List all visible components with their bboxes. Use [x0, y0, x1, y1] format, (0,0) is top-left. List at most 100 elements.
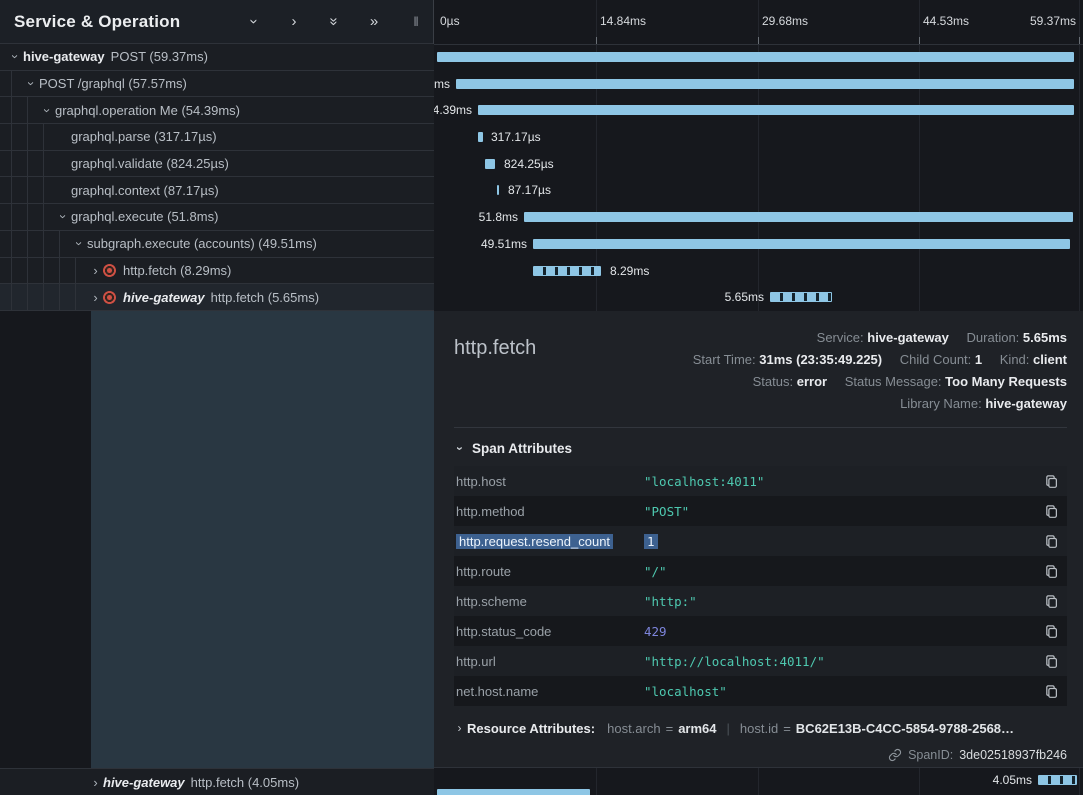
status-message-label: Status Message:	[845, 374, 942, 389]
copy-icon[interactable]	[1039, 534, 1059, 549]
span-attributes-header[interactable]: Span Attributes	[454, 441, 1067, 456]
timeline-panel: 0µs 14.84ms 29.68ms 44.53ms 59.37ms 57.5…	[434, 0, 1083, 795]
attribute-key: http.scheme	[456, 594, 644, 609]
trace-viewer: Service & Operation hive-gateway POST (5…	[0, 0, 1083, 795]
chevron-down-icon[interactable]	[72, 236, 87, 251]
indent-guide	[27, 97, 28, 123]
indent-guide	[11, 258, 12, 284]
indent-guide	[11, 284, 12, 310]
service-name: hive-gateway	[23, 49, 105, 64]
attribute-key: http.status_code	[456, 624, 644, 639]
span-bar[interactable]	[478, 132, 483, 142]
link-icon[interactable]	[888, 748, 902, 762]
tree-row[interactable]: graphql.context (87.17µs)	[0, 177, 434, 204]
span-label: graphql.parse (317.17µs)	[71, 129, 217, 144]
tree-row[interactable]: hive-gateway http.fetch (4.05ms)	[0, 768, 434, 795]
span-bar[interactable]	[533, 266, 601, 276]
indent-guide	[27, 124, 28, 150]
attribute-key: http.method	[456, 504, 644, 519]
chevron-right-icon[interactable]	[88, 263, 103, 278]
tree-row[interactable]: hive-gateway POST (59.37ms)	[0, 44, 434, 71]
copy-icon[interactable]	[1039, 624, 1059, 639]
tree-row[interactable]: graphql.validate (824.25µs)	[0, 151, 434, 178]
span-tree-panel: Service & Operation hive-gateway POST (5…	[0, 0, 434, 795]
panel-resize-handle[interactable]	[409, 14, 423, 29]
span-bar[interactable]	[1038, 775, 1077, 785]
equals-sign: =	[783, 721, 791, 736]
copy-icon[interactable]	[1039, 684, 1059, 699]
duration-label: Duration:	[967, 330, 1020, 345]
waterfall-row: 49.51ms	[434, 231, 1083, 258]
duration-label: 5.65ms	[725, 284, 764, 311]
separator	[727, 721, 730, 736]
double-chevron-down-icon[interactable]	[327, 15, 342, 29]
equals-sign: =	[666, 721, 674, 736]
copy-icon[interactable]	[1039, 594, 1059, 609]
indent-guide	[11, 151, 12, 177]
indent-guide	[11, 97, 12, 123]
indent-guide	[43, 124, 44, 150]
span-detail-title: http.fetch	[454, 337, 536, 415]
duration-label: 824.25µs	[504, 151, 554, 178]
start-time-value: 31ms (23:35:49.225)	[759, 352, 882, 367]
attribute-key: http.request.resend_count	[456, 534, 644, 549]
span-bar[interactable]	[485, 159, 495, 169]
error-status-icon	[103, 291, 116, 304]
duration-label: 49.51ms	[481, 231, 527, 258]
divider	[454, 427, 1067, 428]
tree-row[interactable]: POST /graphql (57.57ms)	[0, 71, 434, 98]
status-message-value: Too Many Requests	[945, 374, 1067, 389]
waterfall-row: 57.57ms	[434, 71, 1083, 98]
tree-row[interactable]: graphql.execute (51.8ms)	[0, 204, 434, 231]
ruler-label: 14.84ms	[600, 14, 646, 28]
span-bar[interactable]	[437, 52, 1074, 62]
tree-row-selected[interactable]: hive-gateway http.fetch (5.65ms)	[0, 284, 434, 311]
span-bar[interactable]	[524, 212, 1073, 222]
span-bar[interactable]	[478, 105, 1074, 115]
library-name-value: hive-gateway	[985, 396, 1067, 411]
indent-guide	[43, 177, 44, 203]
tree-row[interactable]: subgraph.execute (accounts) (49.51ms)	[0, 231, 434, 258]
span-id-label: SpanID:	[908, 748, 953, 762]
tree-row[interactable]: http.fetch (8.29ms)	[0, 258, 434, 285]
copy-icon[interactable]	[1039, 504, 1059, 519]
chevron-down-icon[interactable]	[56, 209, 71, 224]
waterfall-row: 87.17µs	[434, 177, 1083, 204]
ruler-label: 29.68ms	[762, 14, 808, 28]
resource-attributes-row[interactable]: Resource Attributes: host.arch = arm64 h…	[454, 721, 1067, 736]
copy-icon[interactable]	[1039, 474, 1059, 489]
attribute-row: http.method "POST"	[454, 496, 1067, 526]
tree-row[interactable]: graphql.parse (317.17µs)	[0, 124, 434, 151]
chevron-down-icon[interactable]	[24, 76, 39, 91]
span-bar[interactable]	[437, 789, 590, 795]
chevron-down-icon[interactable]	[247, 15, 262, 29]
kind-label: Kind:	[1000, 352, 1030, 367]
resource-value: BC62E13B-C4CC-5854-9788-2568…	[796, 721, 1014, 736]
span-id-row: SpanID: 3de02518937fb246	[454, 748, 1067, 762]
ruler-tick	[919, 37, 920, 44]
indent-guide	[27, 151, 28, 177]
span-bar[interactable]	[497, 185, 499, 195]
indent-guide	[27, 284, 28, 310]
waterfall-row	[434, 44, 1083, 71]
meta-line: Start Time: 31ms (23:35:49.225) Child Co…	[693, 349, 1067, 371]
chevron-right-icon[interactable]	[287, 14, 301, 29]
copy-icon[interactable]	[1039, 654, 1059, 669]
span-label: http.fetch (4.05ms)	[191, 775, 299, 790]
chevron-down-icon[interactable]	[40, 103, 55, 118]
service-value: hive-gateway	[867, 330, 949, 345]
chevron-spacer	[56, 156, 71, 171]
span-label: graphql.context (87.17µs)	[71, 183, 219, 198]
chevron-right-icon[interactable]	[88, 290, 103, 305]
detail-header: http.fetch Service: hive-gateway Duratio…	[454, 327, 1067, 415]
attribute-value: "POST"	[644, 504, 1039, 519]
resource-key: host.id	[740, 721, 778, 736]
span-bar[interactable]	[533, 239, 1070, 249]
span-bar[interactable]	[456, 79, 1074, 89]
copy-icon[interactable]	[1039, 564, 1059, 579]
chevron-down-icon[interactable]	[8, 49, 23, 64]
tree-row[interactable]: graphql.operation Me (54.39ms)	[0, 97, 434, 124]
double-chevron-right-icon[interactable]	[367, 14, 381, 29]
span-bar[interactable]	[770, 292, 832, 302]
chevron-right-icon[interactable]	[88, 775, 103, 790]
